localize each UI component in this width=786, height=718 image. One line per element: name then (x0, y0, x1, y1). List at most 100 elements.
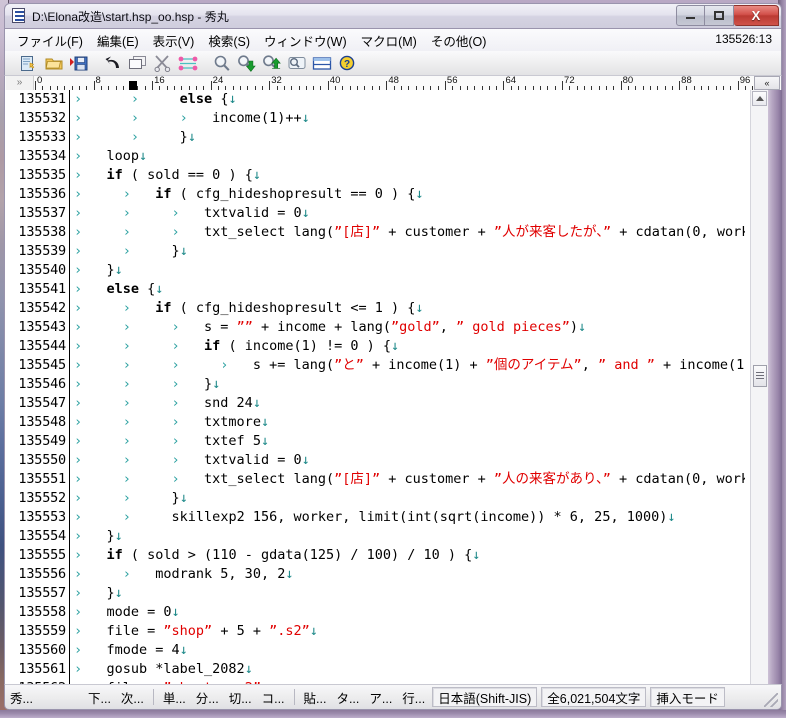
vertical-scrollbar[interactable] (750, 90, 768, 684)
code-text[interactable]: › else {↓ (69, 280, 163, 299)
code-line[interactable]: 135531 › › else {↓ (5, 90, 745, 109)
code-line[interactable]: 135539 › › }↓ (5, 242, 745, 261)
code-line[interactable]: 135554 › }↓ (5, 527, 745, 546)
code-text[interactable]: › › skillexp2 156, worker, limit(int(sqr… (69, 508, 675, 527)
code-line[interactable]: 135549 › › › txtef 5↓ (5, 432, 745, 451)
code-line[interactable]: 135561 › gosub *label_2082↓ (5, 660, 745, 679)
code-line[interactable]: 135551 › › › txt_select lang(”[店]” + cust… (5, 470, 745, 489)
close-button[interactable]: X (734, 5, 779, 26)
code-line[interactable]: 135560 › fmode = 4↓ (5, 641, 745, 660)
code-line[interactable]: 135533 › › }↓ (5, 128, 745, 147)
code-text[interactable]: › › › txt_select lang(”[店]” + customer +… (69, 223, 745, 242)
code-line[interactable]: 135540 › }↓ (5, 261, 745, 280)
search-down-icon[interactable] (235, 53, 258, 74)
code-text[interactable]: › › }↓ (69, 489, 188, 508)
menu-macro[interactable]: マクロ(M) (355, 29, 423, 52)
code-line[interactable]: 135550 › › › txtvalid = 0↓ (5, 451, 745, 470)
code-text[interactable]: › › › if ( income(1) != 0 ) {↓ (69, 337, 399, 356)
code-line[interactable]: 135534 › loop↓ (5, 147, 745, 166)
menu-file[interactable]: ファイル(F) (11, 29, 89, 52)
code-line[interactable]: 135536 › › if ( cfg_hideshopresult == 0 )… (5, 185, 745, 204)
code-text[interactable]: › › › }↓ (69, 375, 220, 394)
code-text[interactable]: › if ( sold == 0 ) {↓ (69, 166, 261, 185)
code-text[interactable]: › › modrank 5, 30, 2↓ (69, 565, 293, 584)
grep-icon[interactable] (285, 53, 308, 74)
status-split[interactable]: 分... (191, 687, 224, 707)
code-line[interactable]: 135535 › if ( sold == 0 ) {↓ (5, 166, 745, 185)
status-paste[interactable]: 貼... (299, 687, 332, 707)
code-text[interactable]: › › › snd 24↓ (69, 394, 261, 413)
help-icon[interactable]: ? (335, 53, 358, 74)
code-text[interactable]: › › › › s += lang(”と” + income(1) + ”個のア… (69, 356, 745, 375)
code-text[interactable]: › fmode = 4↓ (69, 641, 188, 660)
tag-jump-icon[interactable] (176, 53, 199, 74)
status-encoding[interactable]: 日本語(Shift-JIS) (432, 687, 538, 707)
code-line[interactable]: 135541 › else {↓ (5, 280, 745, 299)
minimize-button[interactable] (676, 5, 705, 26)
code-text[interactable]: › › }↓ (69, 242, 188, 261)
status-hidemaru[interactable]: 秀... (5, 687, 83, 707)
code-text[interactable]: › › › txtvalid = 0↓ (69, 204, 310, 223)
code-line[interactable]: 135545 › › › › s += lang(”と” + income(1) … (5, 356, 745, 375)
outline-icon[interactable] (310, 53, 333, 74)
code-line[interactable]: 135537 › › › txtvalid = 0↓ (5, 204, 745, 223)
status-line[interactable]: 行... (397, 687, 430, 707)
code-text[interactable]: › file = ”shop” + 5 + ”.s2”↓ (69, 622, 318, 641)
search-icon[interactable] (210, 53, 233, 74)
code-line[interactable]: 135542 › › if ( cfg_hideshopresult <= 1 )… (5, 299, 745, 318)
code-line[interactable]: 135556 › › modrank 5, 30, 2↓ (5, 565, 745, 584)
code-line[interactable]: 135543 › › › s = ”” + income + lang(”gold… (5, 318, 745, 337)
cut-scissors-icon[interactable] (151, 53, 174, 74)
code-text[interactable]: › if ( sold > (110 - gdata(125) / 100) /… (69, 546, 480, 565)
code-line[interactable]: 135552 › › }↓ (5, 489, 745, 508)
code-text[interactable]: › }↓ (69, 527, 123, 546)
code-text[interactable]: › mode = 0↓ (69, 603, 180, 622)
scroll-up-button[interactable] (752, 91, 767, 106)
code-text[interactable]: › }↓ (69, 261, 123, 280)
menu-search[interactable]: 検索(S) (202, 29, 256, 52)
status-undo[interactable]: ア... (364, 687, 397, 707)
search-up-icon[interactable] (260, 53, 283, 74)
code-text[interactable]: › › › s = ”” + income + lang(”gold”, ” g… (69, 318, 586, 337)
status-copy[interactable]: コ... (257, 687, 290, 707)
code-text[interactable]: › › if ( cfg_hideshopresult == 0 ) {↓ (69, 185, 424, 204)
menu-window[interactable]: ウィンドウ(W) (258, 29, 353, 52)
status-insert-mode[interactable]: 挿入モード (650, 687, 725, 707)
resize-grip-icon[interactable] (764, 693, 778, 707)
code-line[interactable]: 135548 › › › txtmore↓ (5, 413, 745, 432)
maximize-button[interactable] (705, 5, 734, 26)
code-line[interactable]: 135532 › › › income(1)++↓ (5, 109, 745, 128)
ruler-collapse-button[interactable]: « (754, 76, 780, 90)
code-text[interactable]: › › else {↓ (69, 90, 237, 109)
new-file-icon[interactable] (17, 53, 40, 74)
code-line[interactable]: 135546 › › › }↓ (5, 375, 745, 394)
code-text[interactable]: › › › txt_select lang(”[店]” + customer +… (69, 470, 745, 489)
code-line[interactable]: 135558 › mode = 0↓ (5, 603, 745, 622)
undo-icon[interactable] (101, 53, 124, 74)
code-line[interactable]: 135538 › › › txt_select lang(”[店]” + cust… (5, 223, 745, 242)
code-line[interactable]: 135544 › › › if ( income(1) != 0 ) {↓ (5, 337, 745, 356)
code-text[interactable]: › › › txtmore↓ (69, 413, 269, 432)
status-next[interactable]: 次... (116, 687, 149, 707)
status-cut[interactable]: 切... (224, 687, 257, 707)
code-text[interactable]: › › › txtvalid = 0↓ (69, 451, 310, 470)
code-line[interactable]: 135553 › › skillexp2 156, worker, limit(i… (5, 508, 745, 527)
code-line[interactable]: 135547 › › › snd 24↓ (5, 394, 745, 413)
code-text[interactable]: › › }↓ (69, 128, 196, 147)
code-text[interactable]: › › if ( cfg_hideshopresult <= 1 ) {↓ (69, 299, 424, 318)
code-text[interactable]: › }↓ (69, 584, 123, 603)
code-lines-container[interactable]: 135531 › › else {↓ 135532 › › › income(1)++… (5, 90, 745, 684)
menu-view[interactable]: 表示(V) (147, 29, 201, 52)
status-tag[interactable]: タ... (331, 687, 364, 707)
open-folder-icon[interactable] (42, 53, 65, 74)
code-line[interactable]: 135559 › file = ”shop” + 5 + ”.s2”↓ (5, 622, 745, 641)
save-icon[interactable] (67, 53, 90, 74)
code-text[interactable]: › › › txtef 5↓ (69, 432, 269, 451)
code-text[interactable]: › › › income(1)++↓ (69, 109, 310, 128)
ruler[interactable]: » 0 8 16 24 32 40 48 56 64 72 80 88 96 « (4, 76, 782, 90)
scrollbar-thumb[interactable] (753, 365, 767, 387)
menu-other[interactable]: その他(O) (425, 29, 493, 52)
code-text[interactable]: › loop↓ (69, 147, 147, 166)
code-line[interactable]: 135557 › }↓ (5, 584, 745, 603)
window-copy-icon[interactable] (126, 53, 149, 74)
